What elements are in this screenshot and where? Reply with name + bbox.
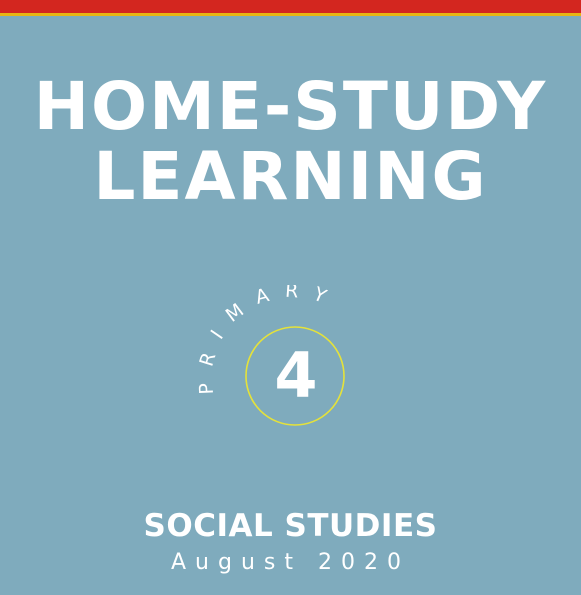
- subject-title: SOCIAL STUDIES: [143, 508, 438, 544]
- top-stripe-red: [0, 0, 581, 13]
- cover-title: HOME-STUDY LEARNING: [0, 72, 581, 212]
- title-line-1: HOME-STUDY: [33, 68, 548, 145]
- publication-date: August 2020: [171, 550, 410, 575]
- grade-number: 4: [274, 339, 318, 412]
- title-line-2: LEARNING: [93, 138, 488, 215]
